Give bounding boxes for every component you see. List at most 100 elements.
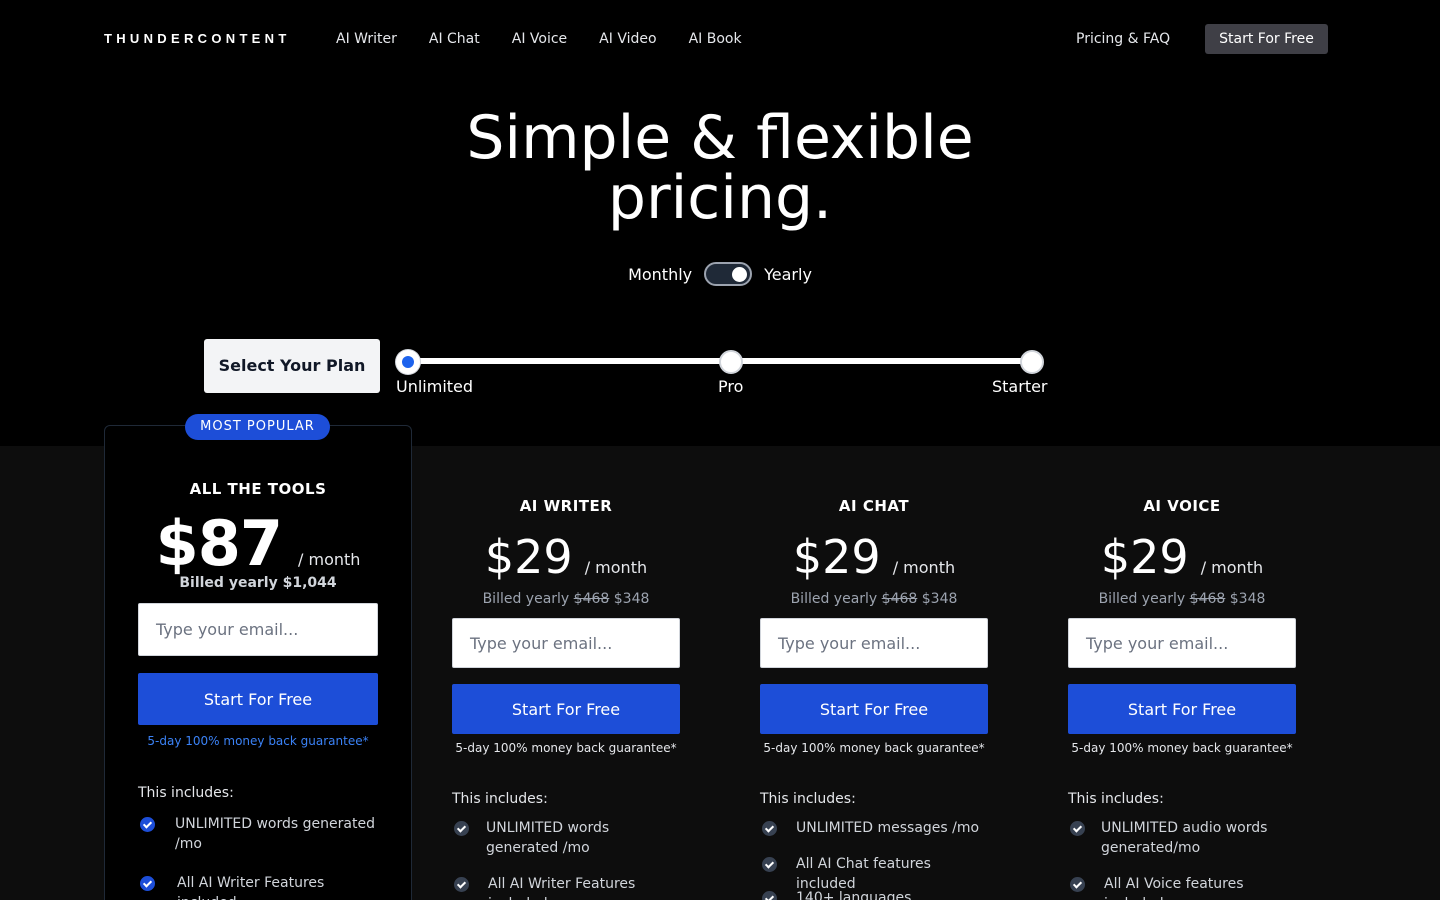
billed-yearly: Billed yearly $468 $348	[1068, 591, 1296, 607]
price-row: $29 / month	[1068, 532, 1296, 582]
price-period: / month	[584, 558, 648, 577]
feature-item: All AI Writer Features included	[140, 873, 380, 900]
billed-label: Billed yearly	[482, 591, 570, 607]
plan-slider-stop-pro[interactable]	[719, 350, 743, 374]
price-row: $29 / month	[760, 532, 988, 582]
billed-new-price: $348	[921, 591, 958, 607]
plan-name: AI CHAT	[838, 497, 910, 515]
pricing-card-ai-writer: AI WRITER $29 / month Billed yearly $468…	[452, 446, 680, 900]
nav-link-ai-writer[interactable]: AI Writer	[336, 30, 397, 48]
billed-old-price: $468	[1189, 591, 1226, 607]
billed-label: Billed yearly	[790, 591, 878, 607]
feature-item: UNLIMITED messages /mo	[762, 818, 990, 838]
nav-link-ai-voice[interactable]: AI Voice	[512, 30, 567, 48]
money-back-guarantee: 5-day 100% money back guarantee*	[1071, 741, 1293, 755]
check-icon	[140, 817, 155, 832]
price-row: $87 / month	[105, 512, 411, 576]
money-back-guarantee: 5-day 100% money back guarantee*	[455, 741, 677, 755]
money-back-guarantee-link[interactable]: 5-day 100% money back guarantee*	[105, 734, 411, 748]
feature-item: UNLIMITED audio words generated/mo	[1070, 818, 1298, 858]
includes-heading: This includes:	[452, 791, 548, 807]
billing-toggle[interactable]	[704, 262, 753, 286]
check-icon	[762, 891, 777, 900]
nav-link-ai-chat[interactable]: AI Chat	[429, 30, 480, 48]
feature-item: 140+ languages	[762, 888, 990, 900]
price: $29	[792, 530, 881, 584]
plan-slider-handle-unlimited[interactable]	[396, 350, 420, 374]
feature-text: All AI Voice features included	[1104, 876, 1244, 900]
start-free-button[interactable]: Start For Free	[1068, 684, 1296, 734]
check-icon	[454, 821, 469, 836]
price-period: / month	[892, 558, 956, 577]
pricing-card-ai-chat: AI CHAT $29 / month Billed yearly $468 $…	[760, 446, 988, 900]
check-icon	[762, 821, 777, 836]
plan-option-starter[interactable]: Starter	[992, 377, 1048, 396]
money-back-guarantee: 5-day 100% money back guarantee*	[763, 741, 985, 755]
start-free-button[interactable]: Start For Free	[138, 673, 378, 725]
plan-option-unlimited[interactable]: Unlimited	[396, 377, 473, 396]
feature-text: UNLIMITED words generated /mo	[175, 816, 375, 852]
feature-text: UNLIMITED words generated /mo	[486, 820, 610, 856]
nav-link-ai-video[interactable]: AI Video	[599, 30, 656, 48]
email-input[interactable]: Type your email...	[760, 618, 988, 668]
nav-link-pricing-faq[interactable]: Pricing & FAQ	[1076, 30, 1170, 48]
price-period: / month	[298, 550, 361, 569]
billed-yearly: Billed yearly $1,044	[179, 575, 337, 591]
feature-text: All AI Writer Features included	[488, 876, 636, 900]
price: $29	[484, 530, 573, 584]
check-icon	[140, 876, 155, 891]
includes-heading: This includes:	[760, 791, 856, 807]
page-title-line-2: pricing.	[607, 163, 833, 233]
plan-name: AI VOICE	[1143, 497, 1221, 515]
email-input[interactable]: Type your email...	[452, 618, 680, 668]
price-row: $29 / month	[452, 532, 680, 582]
nav-start-free-button[interactable]: Start For Free	[1205, 24, 1328, 54]
feature-text: All AI Writer Features included	[177, 875, 325, 900]
feature-item: UNLIMITED words generated /mo	[454, 818, 682, 858]
feature-text: 140+ languages	[796, 890, 912, 900]
page-title-line-1: Simple & flexible	[466, 103, 974, 173]
pricing-card-all-the-tools: ALL THE TOOLS $87 / month Billed yearly …	[104, 425, 412, 900]
billed-yearly: Billed yearly $468 $348	[452, 591, 680, 607]
plan-option-pro[interactable]: Pro	[718, 377, 743, 396]
nav-links: AI Writer AI Chat AI Voice AI Video AI B…	[336, 30, 742, 48]
price: $29	[1100, 530, 1189, 584]
yearly-label[interactable]: Yearly	[764, 265, 812, 284]
billed-yearly: Billed yearly $468 $348	[760, 591, 988, 607]
billed-old-price: $468	[573, 591, 610, 607]
most-popular-badge: MOST POPULAR	[185, 414, 330, 440]
start-free-button[interactable]: Start For Free	[452, 684, 680, 734]
price-period: / month	[1200, 558, 1264, 577]
plan-name: ALL THE TOOLS	[189, 480, 327, 498]
email-input[interactable]: Type your email...	[138, 603, 378, 656]
feature-text: UNLIMITED messages /mo	[796, 820, 980, 836]
nav-link-ai-book[interactable]: AI Book	[689, 30, 742, 48]
plan-slider-stop-starter[interactable]	[1020, 350, 1044, 374]
check-icon	[762, 857, 777, 872]
feature-item: UNLIMITED words generated /mo	[140, 814, 380, 854]
includes-heading: This includes:	[1068, 791, 1164, 807]
billed-new-price: $348	[613, 591, 650, 607]
feature-text: UNLIMITED audio words generated/mo	[1101, 820, 1268, 856]
top-nav: THUNDERCONTENT AI Writer AI Chat AI Voic…	[0, 0, 1440, 78]
pricing-card-ai-voice: AI VOICE $29 / month Billed yearly $468 …	[1068, 446, 1296, 900]
check-icon	[1070, 821, 1085, 836]
check-icon	[1070, 877, 1085, 892]
check-icon	[454, 877, 469, 892]
page-title: Simple & flexible pricing.	[0, 108, 1440, 228]
logo[interactable]: THUNDERCONTENT	[104, 31, 291, 46]
plan-name: AI WRITER	[519, 497, 613, 515]
billed-new-price: $348	[1229, 591, 1266, 607]
includes-heading: This includes:	[138, 785, 234, 801]
billed-label: Billed yearly	[1098, 591, 1186, 607]
billing-period-toggle-group: Monthly Yearly	[0, 262, 1440, 286]
start-free-button[interactable]: Start For Free	[760, 684, 988, 734]
toggle-knob	[732, 267, 748, 282]
feature-item: All AI Writer Features included	[454, 874, 682, 900]
feature-item: All AI Voice features included	[1070, 874, 1298, 900]
price: $87	[155, 507, 283, 580]
select-your-plan-button[interactable]: Select Your Plan	[204, 339, 380, 393]
billed-old-price: $468	[881, 591, 918, 607]
email-input[interactable]: Type your email...	[1068, 618, 1296, 668]
monthly-label[interactable]: Monthly	[628, 265, 692, 284]
